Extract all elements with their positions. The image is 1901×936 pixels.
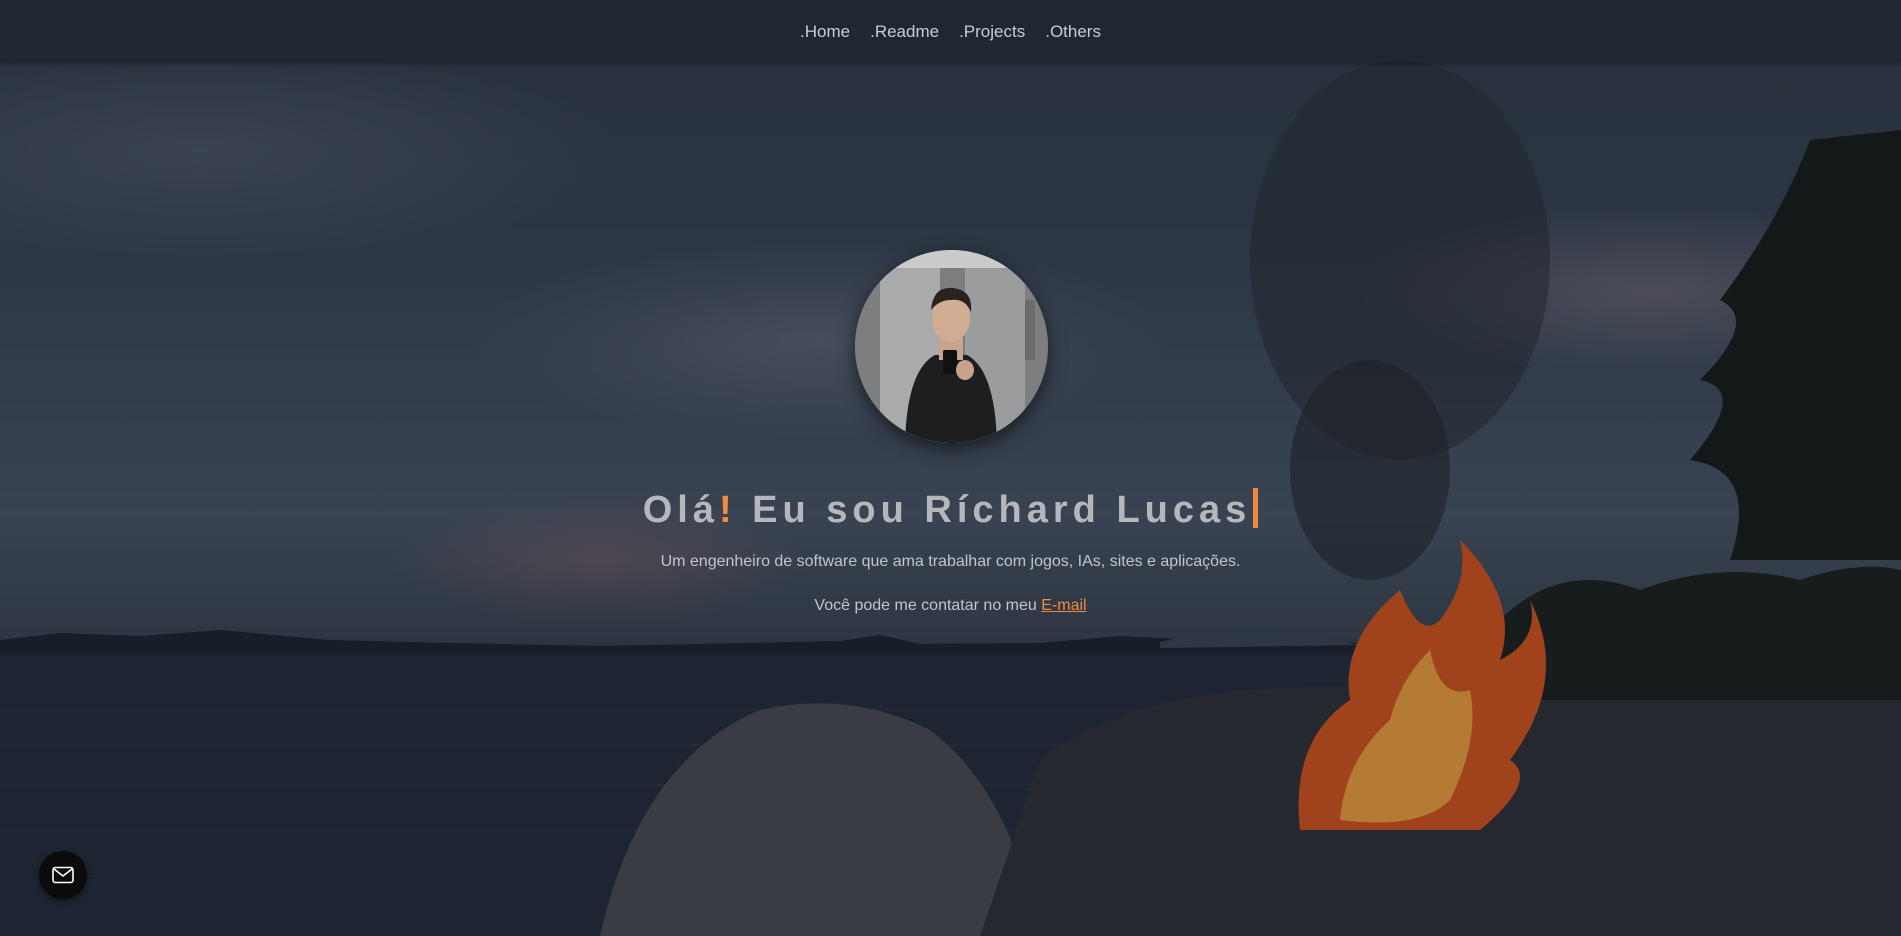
mail-icon <box>52 866 74 884</box>
hero-tagline: Um engenheiro de software que ama trabal… <box>660 553 1241 570</box>
hero-section: Olá! Eu sou Ríchard Lucas Um engenheiro … <box>0 0 1901 936</box>
page: .Home .Readme .Projects .Others Olá! Eu … <box>0 0 1901 936</box>
headline-exclamation: ! <box>718 489 737 531</box>
headline-name: Eu sou Ríchard Lucas <box>736 489 1252 531</box>
hero-headline: Olá! Eu sou Ríchard Lucas <box>0 488 1901 532</box>
typing-cursor <box>1253 488 1259 528</box>
hero-contact-line: Você pode me contatar no meu E-mail <box>0 597 1901 615</box>
profile-avatar <box>855 250 1048 443</box>
profile-photo <box>855 250 1048 443</box>
mail-button[interactable] <box>39 851 87 899</box>
headline-greeting: Olá <box>642 489 719 531</box>
email-link[interactable]: E-mail <box>1041 597 1086 614</box>
contact-text: Você pode me contatar no meu <box>814 597 1042 614</box>
